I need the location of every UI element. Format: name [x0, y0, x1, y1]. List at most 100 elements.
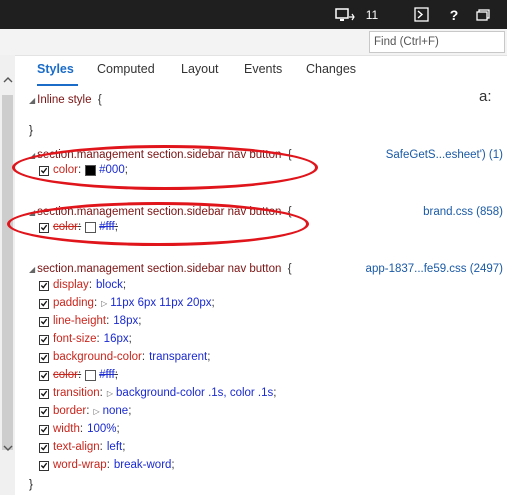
property-row[interactable]: border: ▷ none;	[39, 403, 131, 420]
tab-layout[interactable]: Layout	[181, 62, 219, 76]
semicolon: ;	[138, 315, 142, 327]
property-row[interactable]: width: 100%;	[39, 421, 120, 438]
semicolon: ;	[128, 405, 132, 417]
rule-source-link[interactable]: app-1837...fe59.css (2497)	[366, 261, 503, 277]
property-name[interactable]: padding	[53, 295, 94, 312]
property-row[interactable]: display: block;	[39, 277, 126, 294]
color-swatch[interactable]	[85, 370, 97, 381]
scroll-up-icon[interactable]	[0, 71, 15, 89]
property-checkbox[interactable]	[39, 352, 49, 363]
tab-computed[interactable]: Computed	[97, 62, 155, 76]
property-checkbox[interactable]	[39, 316, 49, 327]
tab-changes[interactable]: Changes	[306, 62, 356, 76]
property-name[interactable]: transition	[53, 385, 100, 402]
console-icon[interactable]	[411, 0, 431, 29]
property-row[interactable]: background-color: transparent;	[39, 349, 210, 366]
property-value[interactable]: #fff	[99, 367, 115, 384]
colon: :	[93, 297, 98, 309]
property-value[interactable]: left	[107, 439, 122, 456]
semicolon: ;	[171, 459, 175, 471]
colon: :	[96, 333, 100, 345]
tab-styles[interactable]: Styles	[37, 62, 74, 76]
property-name[interactable]: width	[53, 421, 80, 438]
annotation-ellipse	[7, 202, 309, 246]
collapse-triangle-icon[interactable]: ◢	[29, 96, 35, 105]
semicolon: ;	[114, 369, 118, 381]
colon: :	[106, 459, 110, 471]
selector-text[interactable]: section.management section.sidebar nav b…	[37, 263, 281, 275]
rule-source-link[interactable]: brand.css (858)	[423, 204, 503, 220]
open-brace: {	[97, 94, 102, 106]
property-name[interactable]: border	[53, 403, 86, 420]
property-value[interactable]: 11px 6px 11px 20px	[110, 295, 211, 312]
property-checkbox[interactable]	[39, 460, 49, 471]
property-checkbox[interactable]	[39, 334, 49, 345]
annotation-ellipse	[12, 145, 318, 190]
colon: :	[106, 315, 110, 327]
find-bar	[0, 29, 507, 56]
emulation-count-badge: 11	[365, 7, 379, 22]
property-row[interactable]: transition: ▷ background-color .1s, colo…	[39, 385, 276, 402]
colon: :	[99, 387, 103, 399]
property-checkbox[interactable]	[39, 442, 49, 453]
property-row[interactable]: padding: ▷ 11px 6px 11px 20px;	[39, 295, 215, 312]
property-value[interactable]: 16px	[104, 331, 129, 348]
devtools-top-bar: 11 ?	[0, 0, 507, 29]
property-value[interactable]: block	[96, 277, 123, 294]
property-value[interactable]: break-word	[114, 457, 172, 474]
semicolon: ;	[273, 387, 277, 399]
property-row[interactable]: color: #fff;	[39, 367, 118, 384]
open-brace: {	[287, 263, 292, 275]
property-row[interactable]: line-height: 18px;	[39, 313, 141, 330]
property-value[interactable]: background-color .1s, color .1s	[116, 385, 273, 402]
find-input[interactable]	[369, 31, 505, 53]
property-name[interactable]: background-color	[53, 349, 142, 366]
property-row[interactable]: text-align: left;	[39, 439, 125, 456]
property-checkbox[interactable]	[39, 298, 49, 309]
emulation-monitor-icon[interactable]	[333, 0, 357, 29]
property-name[interactable]: font-size	[53, 331, 96, 348]
colon: :	[141, 351, 146, 363]
close-brace: }	[29, 125, 33, 137]
help-icon[interactable]: ?	[444, 0, 464, 29]
scrollbar-thumb[interactable]	[2, 95, 13, 450]
inline-style-label: Inline style	[37, 94, 92, 106]
property-checkbox[interactable]	[39, 406, 49, 417]
expand-shorthand-icon[interactable]: ▷	[93, 403, 99, 420]
property-value[interactable]: transparent	[149, 349, 207, 366]
rule-source-link[interactable]: SafeGetS...esheet') (1)	[386, 147, 503, 163]
property-name[interactable]: display	[53, 277, 89, 294]
semicolon: ;	[128, 333, 132, 345]
property-name[interactable]: color	[53, 367, 78, 384]
semicolon: ;	[122, 279, 127, 291]
property-value[interactable]: none	[103, 403, 129, 420]
semicolon: ;	[122, 441, 126, 453]
vertical-scrollbar[interactable]	[0, 55, 15, 495]
property-value[interactable]: 18px	[113, 313, 138, 330]
property-row[interactable]: word-wrap: break-word;	[39, 457, 175, 474]
property-checkbox[interactable]	[39, 280, 49, 291]
property-row[interactable]: font-size: 16px;	[39, 331, 132, 348]
expand-shorthand-icon[interactable]: ▷	[107, 385, 113, 402]
tab-events[interactable]: Events	[244, 62, 282, 76]
undock-window-icon[interactable]	[473, 0, 493, 29]
styles-rules-pane: ◢ Inline style { a: } ◢ section.management…	[7, 88, 507, 495]
expand-shorthand-icon[interactable]: ▷	[101, 295, 107, 312]
inline-style-header[interactable]: ◢ Inline style {	[29, 92, 102, 108]
colon: :	[79, 423, 84, 435]
font-info-icon[interactable]: a:	[479, 89, 492, 105]
scroll-down-icon[interactable]	[0, 439, 15, 457]
property-name[interactable]: text-align	[53, 439, 100, 456]
collapse-triangle-icon[interactable]: ◢	[29, 265, 35, 274]
property-name[interactable]: line-height	[53, 313, 106, 330]
active-tab-indicator	[37, 84, 78, 86]
colon: :	[99, 441, 103, 453]
property-name[interactable]: word-wrap	[53, 457, 107, 474]
property-checkbox[interactable]	[39, 388, 49, 399]
property-value[interactable]: 100%	[87, 421, 116, 438]
rule-selector[interactable]: ◢ section.management section.sidebar nav …	[29, 261, 292, 277]
property-checkbox[interactable]	[39, 370, 49, 381]
styles-panel-tabs: Styles Computed Layout Events Changes	[22, 55, 507, 83]
property-checkbox[interactable]	[39, 424, 49, 435]
semicolon: ;	[207, 351, 211, 363]
